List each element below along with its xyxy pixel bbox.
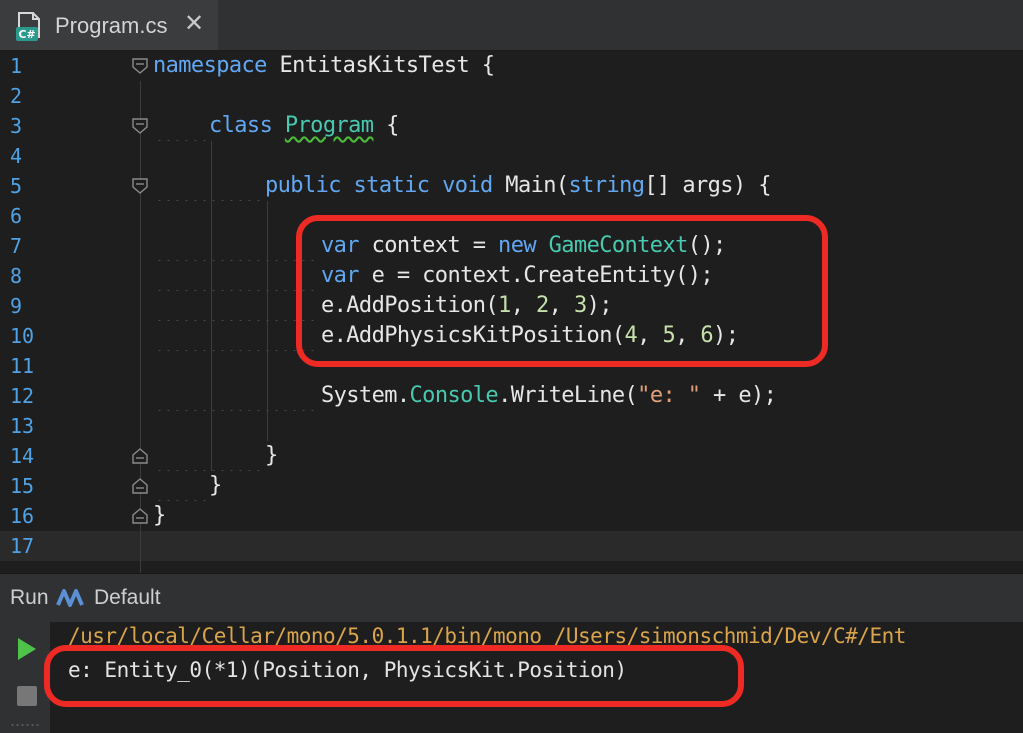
line-number: 1 bbox=[10, 54, 23, 78]
code-line-3[interactable]: class Program { bbox=[209, 111, 399, 141]
fold-close-icon[interactable] bbox=[131, 507, 149, 525]
line-number: 7 bbox=[10, 234, 23, 258]
code-line-5[interactable]: public static void Main(string[] args) { bbox=[265, 171, 771, 201]
line-number: 8 bbox=[10, 264, 23, 288]
code-line-10[interactable]: e.AddPhysicsKitPosition(4, 5, 6); bbox=[321, 321, 739, 351]
svg-text:C#: C# bbox=[18, 28, 35, 41]
line-number: 6 bbox=[10, 204, 23, 228]
csharp-file-icon: C# bbox=[16, 12, 40, 41]
whitespace-dots bbox=[155, 231, 317, 261]
line-number: 3 bbox=[10, 114, 23, 138]
console-output[interactable]: /usr/local/Cellar/mono/5.0.1.1/bin/mono … bbox=[50, 622, 1023, 733]
whitespace-dots bbox=[155, 381, 317, 411]
whitespace-dots bbox=[155, 291, 317, 321]
line-number: 14 bbox=[10, 444, 35, 468]
indent-guide bbox=[140, 81, 141, 573]
stop-icon[interactable] bbox=[17, 686, 37, 706]
code-line-16[interactable]: } bbox=[153, 501, 166, 531]
run-play-icon[interactable] bbox=[16, 636, 38, 662]
code-line-9[interactable]: e.AddPosition(1, 2, 3); bbox=[321, 291, 613, 321]
code-line-7[interactable]: var context = new GameContext(); bbox=[321, 231, 726, 261]
console-command-line: /usr/local/Cellar/mono/5.0.1.1/bin/mono … bbox=[68, 624, 906, 648]
whitespace-dots bbox=[155, 171, 263, 201]
line-number: 9 bbox=[10, 294, 23, 318]
close-tab-icon[interactable]: ✕ bbox=[184, 11, 204, 37]
tab-title: Program.cs bbox=[55, 13, 168, 38]
code-line-12[interactable]: System.Console.WriteLine("e: " + e); bbox=[321, 381, 777, 411]
whitespace-dots bbox=[155, 441, 263, 471]
code-line-15[interactable]: } bbox=[209, 471, 222, 501]
code-line-1[interactable]: namespace EntitasKitsTest { bbox=[153, 51, 495, 81]
line-number: 11 bbox=[10, 354, 35, 378]
code-line-8[interactable]: var e = context.CreateEntity(); bbox=[321, 261, 714, 291]
line-number: 10 bbox=[10, 324, 35, 348]
editor-tab-bar: C# Program.cs ✕ bbox=[0, 0, 1023, 51]
line-number: 16 bbox=[10, 504, 35, 528]
line-number: 17 bbox=[10, 534, 35, 558]
run-configuration-name[interactable]: Default bbox=[94, 586, 161, 610]
line-number: 2 bbox=[10, 84, 23, 108]
whitespace-dots bbox=[155, 471, 207, 501]
console-result-line: e: Entity_0(*1)(Position, PhysicsKit.Pos… bbox=[68, 658, 627, 682]
code-line-14[interactable]: } bbox=[265, 441, 278, 471]
tab-program-cs[interactable]: C# Program.cs ✕ bbox=[0, 0, 218, 50]
whitespace-dots bbox=[155, 111, 207, 141]
run-toolbar bbox=[0, 622, 50, 733]
fold-open-icon[interactable] bbox=[131, 57, 149, 75]
line-number: 15 bbox=[10, 474, 35, 498]
fold-close-icon[interactable] bbox=[131, 477, 149, 495]
whitespace-dots bbox=[155, 321, 317, 351]
code-editor[interactable]: 1 2 3 4 5 6 7 8 9 10 11 12 13 14 15 16 1… bbox=[0, 51, 1023, 573]
line-number: 13 bbox=[10, 414, 35, 438]
run-panel-header: Run Default bbox=[0, 573, 1023, 623]
panel-resize-grip[interactable] bbox=[10, 722, 40, 728]
line-number: 4 bbox=[10, 144, 23, 168]
fold-open-icon[interactable] bbox=[131, 177, 149, 195]
line-number: 12 bbox=[10, 384, 35, 408]
whitespace-dots bbox=[155, 261, 317, 291]
line-number: 5 bbox=[10, 174, 23, 198]
fold-open-icon[interactable] bbox=[131, 117, 149, 135]
fold-close-icon[interactable] bbox=[131, 447, 149, 465]
current-line-highlight bbox=[0, 531, 1023, 561]
dotnet-icon bbox=[56, 589, 84, 607]
run-panel-title: Run bbox=[10, 586, 49, 609]
